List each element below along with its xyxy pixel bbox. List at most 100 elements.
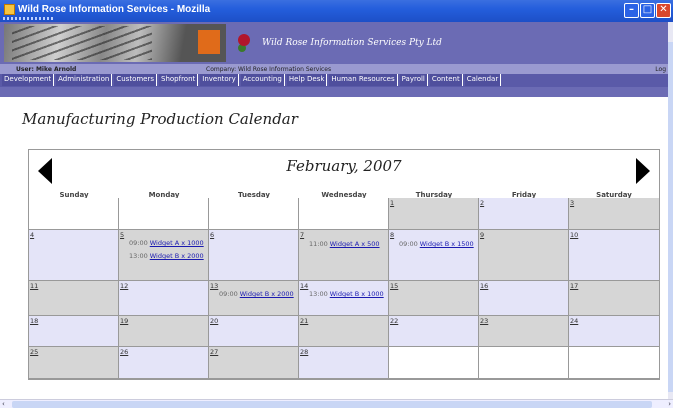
nav-item-customers[interactable]: Customers (114, 74, 158, 86)
calendar-day-cell[interactable]: 7 11:00 Widget A x 500 (299, 230, 389, 281)
day-number-link[interactable]: 5 (120, 231, 124, 239)
calendar-day-cell[interactable]: 12 (119, 281, 209, 316)
nav-item-inventory[interactable]: Inventory (200, 74, 239, 86)
day-number-link[interactable]: 12 (120, 282, 128, 290)
day-number-link[interactable]: 24 (570, 317, 578, 325)
event-link[interactable]: Widget B x 1500 (420, 240, 474, 248)
horizontal-scrollbar[interactable]: ‹ › (0, 399, 673, 408)
maximize-button[interactable]: □ (640, 3, 655, 18)
calendar-day-cell (209, 198, 299, 230)
calendar-day-cell (119, 198, 209, 230)
day-number-link[interactable]: 8 (390, 231, 394, 239)
nav-item-calendar[interactable]: Calendar (464, 74, 502, 86)
day-number-link[interactable]: 21 (300, 317, 308, 325)
calendar-day-cell[interactable]: 22 (389, 316, 479, 347)
day-number-link[interactable]: 23 (480, 317, 488, 325)
event-link[interactable]: Widget B x 2000 (150, 252, 204, 260)
day-number-link[interactable]: 28 (300, 348, 308, 356)
day-number-link[interactable]: 18 (30, 317, 38, 325)
calendar-day-cell[interactable]: 16 (479, 281, 569, 316)
day-number-link[interactable]: 14 (300, 282, 308, 290)
day-number-link[interactable]: 9 (480, 231, 484, 239)
calendar-day-cell[interactable]: 4 (29, 230, 119, 281)
minimize-button[interactable]: – (624, 3, 639, 18)
calendar-event: 09:00 Widget B x 2000 (209, 290, 298, 298)
day-number-link[interactable]: 20 (210, 317, 218, 325)
event-link[interactable]: Widget B x 2000 (240, 290, 294, 298)
event-link[interactable]: Widget A x 500 (330, 240, 380, 248)
day-number-link[interactable]: 16 (480, 282, 488, 290)
calendar-event: 09:00 Widget A x 1000 (119, 239, 208, 247)
calendar-day-cell[interactable]: 11 (29, 281, 119, 316)
nav-item-content[interactable]: Content (429, 74, 463, 86)
day-number-link[interactable]: 6 (210, 231, 214, 239)
day-number-link[interactable]: 17 (570, 282, 578, 290)
calendar-day-cell[interactable]: 28 (299, 347, 389, 379)
calendar-day-cell[interactable]: 2 (479, 198, 569, 230)
day-number-link[interactable]: 2 (480, 199, 484, 207)
calendar-event: 13:00 Widget B x 1000 (299, 290, 388, 298)
calendar-day-cell[interactable]: 26 (119, 347, 209, 379)
day-number-link[interactable]: 7 (300, 231, 304, 239)
day-number-link[interactable]: 3 (570, 199, 574, 207)
calendar-day-cell[interactable]: 6 (209, 230, 299, 281)
day-number-link[interactable]: 1 (390, 199, 394, 207)
nav-strip (0, 87, 668, 97)
day-number-link[interactable]: 11 (30, 282, 38, 290)
nav-item-development[interactable]: Development (2, 74, 55, 86)
calendar-day-cell[interactable]: 24 (569, 316, 659, 347)
day-number-link[interactable]: 22 (390, 317, 398, 325)
calendar-day-cell[interactable]: 10 (569, 230, 659, 281)
event-link[interactable]: Widget A x 1000 (150, 239, 204, 247)
vertical-scrollbar[interactable] (668, 22, 673, 399)
next-month-icon[interactable] (636, 158, 650, 184)
nav-item-administration[interactable]: Administration (56, 74, 113, 86)
calendar-day-cell[interactable]: 15 (389, 281, 479, 316)
horizontal-scroll-thumb[interactable] (12, 401, 652, 408)
event-time: 13:00 (129, 252, 148, 260)
calendar-day-cell[interactable]: 3 (569, 198, 659, 230)
day-number-link[interactable]: 4 (30, 231, 34, 239)
day-number-link[interactable]: 19 (120, 317, 128, 325)
calendar-day-cell[interactable]: 18 (29, 316, 119, 347)
calendar-day-cell[interactable]: 8 09:00 Widget B x 1500 (389, 230, 479, 281)
close-button[interactable]: ✕ (656, 3, 671, 18)
calendar-day-cell[interactable]: 5 09:00 Widget A x 1000 13:00 Widget B x 200… (119, 230, 209, 281)
day-number-link[interactable]: 10 (570, 231, 578, 239)
calendar-event: 09:00 Widget B x 1500 (389, 240, 478, 248)
day-number-link[interactable]: 27 (210, 348, 218, 356)
scroll-left-icon[interactable]: ‹ (2, 400, 5, 408)
calendar-day-cell[interactable]: 27 (209, 347, 299, 379)
window-titlebar: Wild Rose Information Services - Mozilla… (0, 0, 673, 22)
calendar-day-cell[interactable]: 21 (299, 316, 389, 347)
calendar-day-cell[interactable]: 14 13:00 Widget B x 1000 (299, 281, 389, 316)
banner-orange-block (198, 30, 220, 54)
calendar-day-cell[interactable]: 23 (479, 316, 569, 347)
vertical-scroll-thumb[interactable] (668, 42, 673, 392)
logout-link[interactable]: Log (655, 66, 666, 73)
nav-item-help-desk[interactable]: Help Desk (286, 74, 328, 86)
calendar-day-cell[interactable]: 13 09:00 Widget B x 2000 (209, 281, 299, 316)
day-number-link[interactable]: 26 (120, 348, 128, 356)
calendar-day-cell[interactable]: 19 (119, 316, 209, 347)
nav-item-shopfront[interactable]: Shopfront (159, 74, 199, 86)
page-title: Manufacturing Production Calendar (22, 110, 298, 128)
event-link[interactable]: Widget B x 1000 (330, 290, 384, 298)
nav-item-accounting[interactable]: Accounting (240, 74, 285, 86)
calendar-day-cell[interactable]: 20 (209, 316, 299, 347)
scroll-right-icon[interactable]: › (668, 400, 671, 408)
event-time: 09:00 (129, 239, 148, 247)
calendar-day-cell[interactable]: 17 (569, 281, 659, 316)
day-number-link[interactable]: 13 (210, 282, 218, 290)
nav-item-human-resources[interactable]: Human Resources (329, 74, 398, 86)
calendar-day-cell[interactable]: 1 (389, 198, 479, 230)
calendar-day-cell[interactable]: 25 (29, 347, 119, 379)
user-label: User: Mike Arnold (16, 66, 77, 73)
day-number-link[interactable]: 15 (390, 282, 398, 290)
event-time: 13:00 (309, 290, 328, 298)
nav-item-payroll[interactable]: Payroll (399, 74, 428, 86)
event-time: 11:00 (309, 240, 328, 248)
event-time: 09:00 (399, 240, 418, 248)
day-number-link[interactable]: 25 (30, 348, 38, 356)
calendar-day-cell[interactable]: 9 (479, 230, 569, 281)
